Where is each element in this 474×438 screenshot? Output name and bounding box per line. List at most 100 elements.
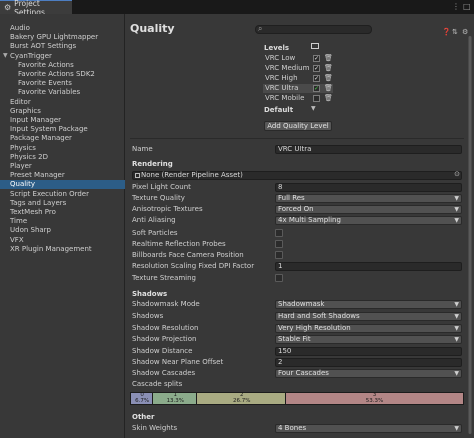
anisotropic-value: Forced On	[278, 205, 314, 213]
shadow-resolution-value: Very High Resolution	[278, 324, 351, 332]
quality-level-checkbox[interactable]	[313, 95, 320, 102]
billboards-toggle[interactable]	[275, 251, 283, 259]
resolution-scaling-field[interactable]: 1	[275, 262, 462, 271]
shadow-distance-field[interactable]: 150	[275, 347, 462, 356]
gear-icon: ⚙	[4, 3, 12, 12]
sidebar-item-physics-2d[interactable]: Physics 2D	[0, 153, 125, 162]
sidebar-item-favorite-actions[interactable]: Favorite Actions	[0, 61, 125, 70]
sidebar-item-favorite-actions-sdk2[interactable]: Favorite Actions SDK2	[0, 70, 125, 79]
search-input[interactable]: ⌕	[255, 24, 372, 34]
texture-quality-label: Texture Quality	[132, 194, 185, 202]
shadows-dropdown[interactable]: Hard and Soft Shadows ▼	[275, 312, 462, 321]
help-icon[interactable]: ❓	[442, 28, 451, 36]
texture-streaming-toggle[interactable]	[275, 274, 283, 282]
shadows-value: Hard and Soft Shadows	[278, 312, 360, 320]
texture-quality-dropdown[interactable]: Full Res ▼	[275, 194, 462, 203]
cascade-splits-bar[interactable]: 0 6.7% 1 13.3% 2 26.7% 3 53.3%	[130, 392, 464, 405]
dropdown-arrow-icon: ▼	[454, 336, 459, 343]
shadow-cascades-dropdown[interactable]: Four Cascades ▼	[275, 369, 462, 378]
sidebar-item-input-system-package[interactable]: Input System Package	[0, 125, 125, 134]
sidebar-item-vfx[interactable]: VFX	[0, 236, 125, 245]
sidebar-item-audio[interactable]: Audio	[0, 24, 125, 33]
quality-level-row[interactable]: VRC Mobile 🗑	[263, 94, 333, 103]
sidebar-item-graphics[interactable]: Graphics	[0, 107, 125, 116]
sidebar-item-time[interactable]: Time	[0, 217, 125, 226]
anti-aliasing-label: Anti Aliasing	[132, 216, 176, 224]
sidebar-item-xr-plugin-management[interactable]: XR Plugin Management	[0, 245, 125, 254]
quality-level-checkbox[interactable]: ✓	[313, 85, 320, 92]
cascade-split-0: 0 6.7%	[131, 392, 154, 404]
quality-level-row[interactable]: VRC Medium ✓ 🗑	[263, 64, 333, 73]
other-title: Other	[132, 413, 155, 421]
realtime-reflection-toggle[interactable]	[275, 240, 283, 248]
shadow-projection-dropdown[interactable]: Stable Fit ▼	[275, 335, 462, 344]
billboards-label: Billboards Face Camera Position	[132, 251, 244, 259]
dropdown-arrow-icon: ▼	[454, 370, 459, 377]
object-picker-icon[interactable]: ⊙	[454, 171, 460, 178]
sidebar-item-preset-manager[interactable]: Preset Manager	[0, 171, 125, 180]
scrollbar[interactable]	[467, 34, 473, 436]
render-pipeline-asset-field[interactable]: None (Render Pipeline Asset) ⊙	[132, 171, 462, 180]
quality-level-row[interactable]: VRC Ultra ✓ 🗑	[263, 84, 333, 93]
anti-aliasing-dropdown[interactable]: 4x Multi Sampling ▼	[275, 216, 462, 225]
more-options-icon[interactable]: ⋮	[452, 2, 460, 11]
sidebar-item-favorite-events[interactable]: Favorite Events	[0, 79, 125, 88]
shadows-label: Shadows	[132, 312, 164, 320]
quality-level-checkbox[interactable]: ✓	[313, 75, 320, 82]
name-field[interactable]: VRC Ultra	[275, 145, 462, 154]
sidebar-item-favorite-variables[interactable]: Favorite Variables	[0, 88, 125, 97]
sidebar-item-player[interactable]: Player	[0, 162, 125, 171]
sidebar-item-editor[interactable]: Editor	[0, 98, 125, 107]
skin-weights-dropdown[interactable]: 4 Bones ▼	[275, 424, 462, 433]
sidebar-item-package-manager[interactable]: Package Manager	[0, 134, 125, 143]
trash-icon[interactable]: 🗑	[324, 74, 333, 83]
preset-icon[interactable]: ⇅	[452, 28, 458, 36]
expand-arrow-icon[interactable]: ▼	[3, 52, 8, 59]
quality-level-name: VRC High	[265, 74, 298, 82]
dropdown-arrow-icon: ▼	[454, 206, 459, 213]
dropdown-arrow-icon: ▼	[454, 325, 459, 332]
tab-project-settings[interactable]: ⚙ Project Settings	[0, 0, 72, 17]
shadow-projection-value: Stable Fit	[278, 335, 311, 343]
sidebar-item-input-manager[interactable]: Input Manager	[0, 116, 125, 125]
texture-quality-value: Full Res	[278, 194, 305, 202]
soft-particles-label: Soft Particles	[132, 229, 178, 237]
cascade-split-percent: 6.7%	[135, 397, 150, 404]
name-label: Name	[132, 145, 153, 153]
sidebar-item-bakery-gpu-lightmapper[interactable]: Bakery GPU Lightmapper	[0, 33, 125, 42]
trash-icon[interactable]: 🗑	[324, 64, 333, 73]
sidebar-item-quality[interactable]: Quality	[0, 180, 125, 190]
trash-icon[interactable]: 🗑	[324, 84, 333, 93]
skin-weights-value: 4 Bones	[278, 424, 307, 432]
shadow-near-plane-label: Shadow Near Plane Offset	[132, 358, 224, 366]
sidebar-item-cyantrigger[interactable]: CyanTrigger	[0, 52, 125, 61]
shadow-resolution-dropdown[interactable]: Very High Resolution ▼	[275, 324, 462, 333]
quality-level-name: VRC Ultra	[265, 84, 299, 92]
quality-level-checkbox[interactable]: ✓	[313, 65, 320, 72]
shadow-near-plane-field[interactable]: 2	[275, 358, 462, 367]
quality-level-checkbox[interactable]: ✓	[313, 55, 320, 62]
quality-level-row[interactable]: VRC High ✓ 🗑	[263, 74, 333, 83]
shadow-projection-label: Shadow Projection	[132, 335, 197, 343]
sidebar-item-physics[interactable]: Physics	[0, 144, 125, 153]
sidebar-item-script-execution-order[interactable]: Script Execution Order	[0, 190, 125, 199]
add-quality-level-button[interactable]: Add Quality Level	[264, 121, 332, 131]
shadowmask-mode-dropdown[interactable]: Shadowmask ▼	[275, 300, 462, 309]
anisotropic-dropdown[interactable]: Forced On ▼	[275, 205, 462, 214]
dropdown-arrow-icon: ▼	[454, 313, 459, 320]
dropdown-arrow-icon: ▼	[454, 217, 459, 224]
sidebar-item-burst-aot-settings[interactable]: Burst AOT Settings	[0, 42, 125, 51]
cascade-split-3: 3 53.3%	[286, 392, 463, 404]
soft-particles-toggle[interactable]	[275, 229, 283, 237]
sidebar-item-udon-sharp[interactable]: Udon Sharp	[0, 226, 125, 235]
sidebar-item-tags-and-layers[interactable]: Tags and Layers	[0, 199, 125, 208]
close-icon[interactable]: □	[463, 2, 471, 11]
trash-icon[interactable]: 🗑	[324, 54, 333, 63]
shadowmask-mode-label: Shadowmask Mode	[132, 300, 200, 308]
quality-level-row[interactable]: VRC Low ✓ 🗑	[263, 54, 333, 63]
trash-icon[interactable]: 🗑	[324, 94, 333, 103]
sidebar-item-textmesh-pro[interactable]: TextMesh Pro	[0, 208, 125, 217]
pixel-light-count-field[interactable]: 8	[275, 183, 462, 192]
levels-title: Levels	[264, 44, 290, 52]
realtime-reflection-label: Realtime Reflection Probes	[132, 240, 226, 248]
